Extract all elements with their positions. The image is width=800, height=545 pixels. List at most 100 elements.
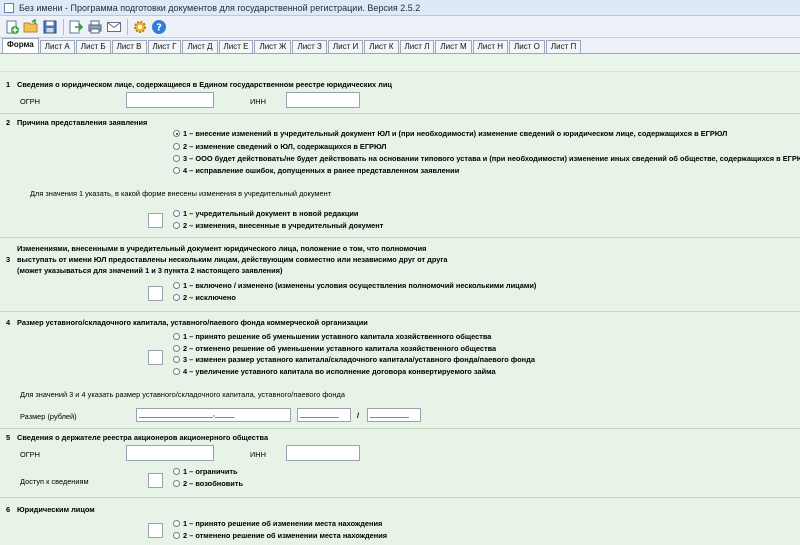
radio[interactable] [173, 155, 180, 162]
s3-option-1[interactable]: 1 – включено / изменено (изменены услови… [173, 281, 536, 290]
tab-10[interactable]: Лист К [364, 40, 399, 53]
s4-size-input[interactable]: ___________________,_____ [136, 408, 291, 422]
radio[interactable] [173, 345, 180, 352]
blank-strip [0, 54, 800, 72]
s1-inn-label: ИНН [250, 97, 266, 106]
s1-ogrn-input[interactable] [126, 92, 214, 108]
radio[interactable] [173, 167, 180, 174]
section-4-number: 4 [6, 318, 11, 327]
print-icon[interactable] [86, 18, 104, 36]
s5-ogrn-label: ОГРН [20, 450, 41, 459]
s2-option-4[interactable]: 4 – исправление ошибок, допущенных в ран… [173, 166, 459, 175]
tab-3[interactable]: Лист В [111, 40, 147, 53]
tab-8[interactable]: Лист З [292, 40, 327, 53]
s2-sub-option-2[interactable]: 2 – изменения, внесенные в учредительный… [173, 221, 383, 230]
radio[interactable] [173, 480, 180, 487]
s4-sub-label: Для значений 3 и 4 указать размер уставн… [20, 390, 345, 399]
tab-11[interactable]: Лист Л [399, 40, 435, 53]
toolbar: ? [0, 16, 800, 38]
tab-15[interactable]: Лист П [545, 40, 582, 53]
s4-option-1[interactable]: 1 – принято решение об уменьшении уставн… [173, 332, 491, 341]
tab-12[interactable]: Лист М [435, 40, 472, 53]
radio[interactable] [173, 143, 180, 150]
s4-option-2[interactable]: 2 – отменено решение об уменьшении устав… [173, 344, 496, 353]
help-icon[interactable]: ? [150, 18, 168, 36]
s4-fraction-slash: / [357, 411, 360, 420]
s2-sub-option-1[interactable]: 1 – учредительный документ в новой редак… [173, 209, 358, 218]
radio-selected[interactable] [173, 130, 180, 137]
s3-option-2[interactable]: 2 – исключено [173, 293, 236, 302]
save-icon[interactable] [41, 18, 59, 36]
s5-access-label: Доступ к сведениям [20, 477, 89, 486]
export-icon[interactable] [67, 18, 85, 36]
toolbar-separator [63, 18, 64, 35]
tab-0[interactable]: Форма [2, 38, 39, 53]
radio[interactable] [173, 222, 180, 229]
section-2-number: 2 [6, 118, 11, 127]
section-1-number: 1 [6, 80, 11, 89]
s2-option-2[interactable]: 2 – изменение сведений о ЮЛ, содержащихс… [173, 142, 387, 151]
radio[interactable] [173, 356, 180, 363]
divider [0, 311, 800, 312]
radio[interactable] [173, 210, 180, 217]
s3-value-box[interactable] [148, 286, 163, 301]
tab-6[interactable]: Лист Е [218, 40, 254, 53]
section-3-number: 3 [6, 255, 11, 264]
tab-14[interactable]: Лист О [509, 40, 545, 53]
s5-ogrn-input[interactable] [126, 445, 214, 461]
s4-option-4[interactable]: 4 – увеличение уставного капитала во исп… [173, 367, 496, 376]
s2-sub-value-box[interactable] [148, 213, 163, 228]
s6-option-1[interactable]: 1 – принято решение об изменении места н… [173, 519, 382, 528]
open-icon[interactable] [22, 18, 40, 36]
tab-1[interactable]: Лист А [39, 40, 75, 53]
s5-inn-label: ИНН [250, 450, 266, 459]
tab-9[interactable]: Лист И [327, 40, 364, 53]
s1-ogrn-label: ОГРН [20, 97, 41, 106]
s4-fraction-numerator-input[interactable]: __________ [297, 408, 351, 422]
s6-option-2[interactable]: 2 – отменено решение об изменении места … [173, 531, 387, 540]
s4-size-label: Размер (рублей) [20, 412, 77, 421]
s6-value-box[interactable] [148, 523, 163, 538]
tab-5[interactable]: Лист Д [182, 40, 218, 53]
new-icon[interactable] [3, 18, 21, 36]
s2-sub-label: Для значения 1 указать, в какой форме вн… [30, 189, 332, 198]
settings-icon[interactable] [131, 18, 149, 36]
section-4-title: Размер уставного/складочного капитала, у… [17, 318, 368, 327]
radio[interactable] [173, 333, 180, 340]
s4-fraction-denominator-input[interactable]: __________ [367, 408, 421, 422]
divider [0, 428, 800, 429]
title-bar: Без имени - Программа подготовки докумен… [0, 0, 800, 16]
radio[interactable] [173, 520, 180, 527]
s5-access-value-box[interactable] [148, 473, 163, 488]
s4-option-3[interactable]: 3 – изменен размер уставного капитала/ск… [173, 355, 535, 364]
tab-7[interactable]: Лист Ж [254, 40, 292, 53]
section-5-number: 5 [6, 433, 11, 442]
section-3-line-1: Изменениями, внесенными в учредительный … [17, 244, 427, 253]
mail-icon[interactable] [105, 18, 123, 36]
section-2-title: Причина представления заявления [17, 118, 148, 127]
s5-option-2[interactable]: 2 – возобновить [173, 479, 243, 488]
section-6-number: 6 [6, 505, 11, 514]
section-3-line-2: выступать от имени ЮЛ предоставлены неск… [17, 255, 448, 264]
window-title: Без имени - Программа подготовки докумен… [19, 2, 421, 13]
s5-inn-input[interactable] [286, 445, 360, 461]
s1-inn-input[interactable] [286, 92, 360, 108]
radio[interactable] [173, 532, 180, 539]
radio[interactable] [173, 368, 180, 375]
divider [0, 237, 800, 238]
tab-2[interactable]: Лист Б [75, 40, 111, 53]
tab-4[interactable]: Лист Г [147, 40, 182, 53]
radio[interactable] [173, 294, 180, 301]
section-5-title: Сведения о держателе реестра акционеров … [17, 433, 269, 442]
s2-option-1[interactable]: 1 – внесение изменений в учредительный д… [173, 129, 727, 138]
app-icon [4, 2, 14, 13]
s2-option-3[interactable]: 3 – ООО будет действовать/не будет дейст… [173, 154, 800, 163]
radio[interactable] [173, 468, 180, 475]
section-6-title: Юридическим лицом [17, 505, 95, 514]
s5-option-1[interactable]: 1 – ограничить [173, 467, 238, 476]
tab-13[interactable]: Лист Н [472, 40, 509, 53]
section-3-line-3: (может указываться для значений 1 и 3 пу… [17, 266, 283, 275]
toolbar-separator [127, 18, 128, 35]
radio[interactable] [173, 282, 180, 289]
s4-value-box[interactable] [148, 350, 163, 365]
